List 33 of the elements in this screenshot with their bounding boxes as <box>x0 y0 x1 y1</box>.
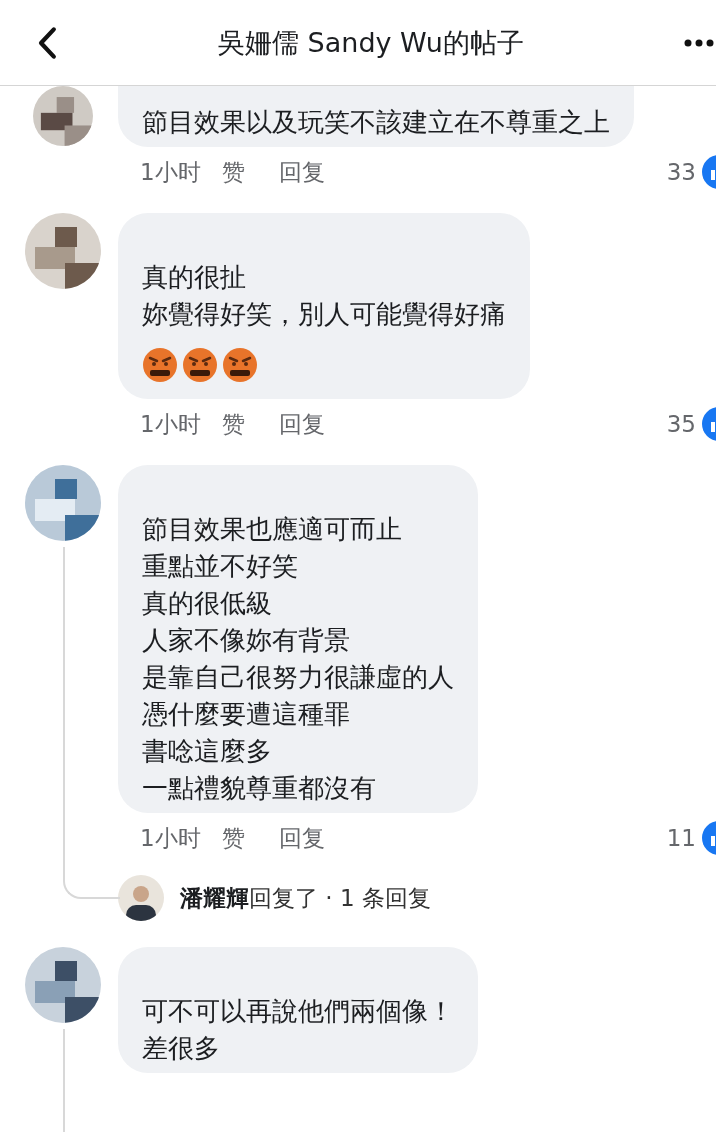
like-link[interactable]: 赞 <box>222 408 245 440</box>
comment-text: 節目效果以及玩笑不該建立在不尊重之上 <box>142 106 610 139</box>
comment-text: 可不可以再說他們兩個像！ <box>142 995 454 1028</box>
comment-text: 妳覺得好笑，別人可能覺得好痛 <box>142 298 506 331</box>
reply-link[interactable]: 回复 <box>279 408 325 440</box>
comment-text: 差很多 <box>142 1032 221 1065</box>
reply-link[interactable]: 回复 <box>279 822 325 854</box>
comment-text: 真的很低級 <box>142 587 273 620</box>
comment-text: 真的很扯 <box>142 261 247 294</box>
like-link[interactable]: 赞 <box>222 822 245 854</box>
angry-face-icon <box>142 347 178 383</box>
comment-text: 人家不像妳有背景 <box>142 624 351 657</box>
more-icon[interactable] <box>684 38 714 47</box>
comment-time: 1小时 <box>140 157 202 187</box>
reaction-count: 35 <box>666 411 696 437</box>
replies-link[interactable]: 潘耀輝回复了 · 1 条回复 <box>180 882 431 914</box>
comment-text: 節目效果也應適可而止 <box>142 513 403 546</box>
back-icon[interactable] <box>36 25 58 60</box>
reaction-count: 11 <box>666 825 696 851</box>
comment-text: 重點並不好笑 <box>142 550 299 583</box>
comment-text: 書唸這麼多 <box>142 735 273 768</box>
comment-text: 一點禮貌尊重都沒有 <box>142 772 377 805</box>
comment-text: 是靠自己很努力很謙虛的人 <box>142 661 454 694</box>
avatar[interactable] <box>118 875 164 921</box>
comment-text: 憑什麼要遭這種罪 <box>142 698 351 731</box>
comment-time: 1小时 <box>140 823 202 853</box>
like-link[interactable]: 赞 <box>222 156 245 188</box>
comment-time: 1小时 <box>140 409 202 439</box>
reaction-count: 33 <box>666 159 696 185</box>
angry-face-icon <box>222 347 258 383</box>
angry-face-icon <box>182 347 218 383</box>
page-title: 吳姍儒 Sandy Wu的帖子 <box>217 25 525 60</box>
reply-link[interactable]: 回复 <box>279 156 325 188</box>
